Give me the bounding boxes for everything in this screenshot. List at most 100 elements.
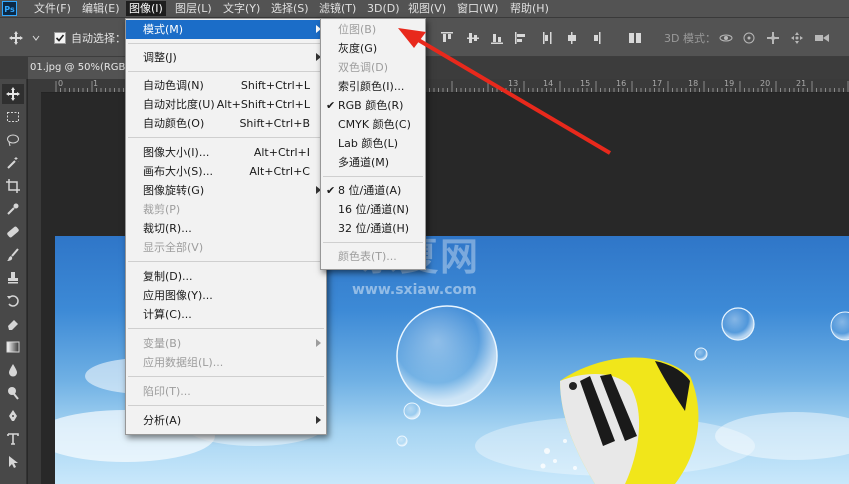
bubble-large <box>396 305 498 407</box>
history-brush-tool[interactable] <box>2 291 24 311</box>
gradient-icon <box>6 341 20 353</box>
path-selection-tool[interactable] <box>2 452 24 472</box>
menu-item-auto-tone[interactable]: 自动色调(N) Shift+Ctrl+L <box>126 76 326 95</box>
distribute-right-icon[interactable] <box>589 28 603 48</box>
blur-tool[interactable] <box>2 360 24 380</box>
menu-view[interactable]: 视图(V) <box>405 1 449 16</box>
arrow-cursor-icon <box>9 456 18 468</box>
ruler-label-13: 13 <box>508 79 519 88</box>
mode-32-bit[interactable]: 32 位/通道(H) <box>321 219 425 238</box>
mode-8-bit[interactable]: ✔ 8 位/通道(A) <box>321 181 425 200</box>
menu-file[interactable]: 文件(F) <box>31 1 74 16</box>
vertical-ruler <box>28 92 41 484</box>
dodge-tool[interactable] <box>2 383 24 403</box>
3d-roll-icon[interactable] <box>742 28 756 48</box>
ruler-label-15: 15 <box>580 79 591 88</box>
menu-item-trap: 陷印(T)... <box>143 385 191 398</box>
mode-lab-color[interactable]: Lab 颜色(L) <box>321 134 425 153</box>
menu-item-crop: 裁剪(P) <box>143 203 181 216</box>
move-tool[interactable] <box>2 84 24 104</box>
menu-item-auto-contrast[interactable]: 自动对比度(U) Alt+Shift+Ctrl+L <box>126 95 326 114</box>
auto-select-label: 自动选择： <box>71 32 126 45</box>
bubble <box>403 402 421 420</box>
menu-item-adjustments[interactable]: 调整(J) <box>126 48 326 67</box>
menu-select[interactable]: 选择(S) <box>268 1 312 16</box>
menu-item-auto-color[interactable]: 自动颜色(O) Shift+Ctrl+B <box>126 114 326 133</box>
align-left-icon[interactable] <box>514 28 528 48</box>
menu-item-calculations[interactable]: 计算(C)... <box>126 305 326 324</box>
align-vcenter-icon[interactable] <box>466 28 480 48</box>
drop-icon <box>9 364 17 377</box>
3d-pan-icon[interactable] <box>766 28 780 48</box>
eraser-tool[interactable] <box>2 314 24 334</box>
move-tool-preset-icon[interactable] <box>8 28 24 48</box>
gradient-tool[interactable] <box>2 337 24 357</box>
eyedropper-tool[interactable] <box>2 199 24 219</box>
menu-item-variables: 变量(B) <box>126 334 326 353</box>
menu-item-trim[interactable]: 裁切(R)... <box>126 219 326 238</box>
mode-rgb-color[interactable]: ✔ RGB 颜色(R) <box>321 96 425 115</box>
brush-icon <box>7 248 19 261</box>
menu-type[interactable]: 文字(Y) <box>220 1 263 16</box>
chevron-down-icon[interactable] <box>32 28 40 48</box>
auto-select-checkbox[interactable] <box>54 28 66 48</box>
magic-wand-tool[interactable] <box>2 153 24 173</box>
image-menu-dropdown: 模式(M) 调整(J) 自动色调(N) Shift+Ctrl+L 自动对比度(U)… <box>125 18 327 435</box>
align-bottom-icon[interactable] <box>490 28 504 48</box>
menu-item-canvas-size[interactable]: 画布大小(S)... Alt+Ctrl+C <box>126 162 326 181</box>
type-tool[interactable] <box>2 429 24 449</box>
stamp-icon <box>8 272 18 284</box>
menu-item-image-rotation[interactable]: 图像旋转(G) <box>126 181 326 200</box>
ruler-label-17: 17 <box>652 79 663 88</box>
menu-window[interactable]: 窗口(W) <box>454 1 501 16</box>
align-top-icon[interactable] <box>440 28 454 48</box>
3d-slide-icon[interactable] <box>790 28 804 48</box>
menu-filter[interactable]: 滤镜(T) <box>316 1 359 16</box>
history-brush-icon <box>7 295 19 307</box>
menu-help[interactable]: 帮助(H) <box>507 1 552 16</box>
bubble <box>396 435 408 447</box>
mode-16-bit[interactable]: 16 位/通道(N) <box>321 200 425 219</box>
eraser-icon <box>8 320 18 330</box>
document-tab[interactable]: 01.jpg @ 50%(RGB/8 <box>28 57 130 79</box>
menu-item-apply-image[interactable]: 应用图像(Y)... <box>126 286 326 305</box>
3d-scale-icon[interactable] <box>814 28 830 48</box>
menu-edit[interactable]: 编辑(E) <box>79 1 123 16</box>
menu-item-apply-data-set: 应用数据组(L)... <box>143 356 224 369</box>
menu-3d[interactable]: 3D(D) <box>364 1 403 16</box>
3d-mode-label: 3D 模式： <box>664 32 716 45</box>
mode-color-table: 颜色表(T)... <box>338 250 397 263</box>
bandage-icon <box>7 226 19 238</box>
lasso-tool[interactable] <box>2 130 24 150</box>
marquee-tool[interactable] <box>2 107 24 127</box>
brush-tool[interactable] <box>2 245 24 265</box>
clone-stamp-tool[interactable] <box>2 268 24 288</box>
menu-item-analysis[interactable]: 分析(A) <box>126 411 326 430</box>
healing-brush-tool[interactable] <box>2 222 24 242</box>
pen-icon <box>9 410 17 421</box>
menu-item-mode[interactable]: 模式(M) <box>126 20 326 39</box>
auto-align-icon[interactable] <box>628 28 642 48</box>
menu-image[interactable]: 图像(I) <box>126 1 166 16</box>
menu-layer[interactable]: 图层(L) <box>172 1 215 16</box>
magic-wand-icon <box>7 157 19 169</box>
mode-cmyk-color[interactable]: CMYK 颜色(C) <box>321 115 425 134</box>
menu-item-reveal-all: 显示全部(V) <box>143 241 204 254</box>
3d-orbit-icon[interactable] <box>718 28 734 48</box>
checkmark-icon: ✔ <box>326 184 336 197</box>
pen-tool[interactable] <box>2 406 24 426</box>
menu-item-duplicate[interactable]: 复制(D)... <box>126 267 326 286</box>
bubble <box>721 307 755 341</box>
ruler-label-1: 1 <box>93 79 99 88</box>
crop-tool[interactable] <box>2 176 24 196</box>
ruler-label-19: 19 <box>724 79 735 88</box>
mode-grayscale[interactable]: 灰度(G) <box>321 39 425 58</box>
distribute-hcenter-icon[interactable] <box>565 28 579 48</box>
mode-indexed-color[interactable]: 索引颜色(I)... <box>321 77 425 96</box>
distribute-left-icon[interactable] <box>541 28 555 48</box>
ruler-label-0: 0 <box>58 79 64 88</box>
menu-item-image-size[interactable]: 图像大小(I)... Alt+Ctrl+I <box>126 143 326 162</box>
mode-submenu: 位图(B) 灰度(G) 双色调(D) 索引颜色(I)... ✔ RGB 颜色(R)… <box>320 18 426 270</box>
mode-multichannel[interactable]: 多通道(M) <box>321 153 425 172</box>
tools-panel <box>0 79 27 484</box>
